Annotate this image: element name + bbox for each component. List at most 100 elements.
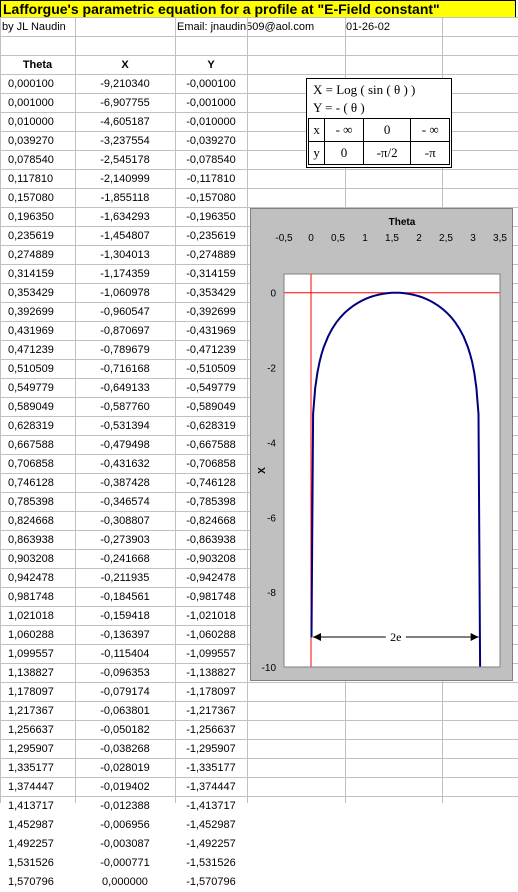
y-cell[interactable]: -1,452987 (175, 816, 247, 835)
theta-cell[interactable]: 1,099557 (0, 645, 75, 664)
theta-cell[interactable]: 0,353429 (0, 284, 75, 303)
y-cell[interactable]: -1,335177 (175, 759, 247, 778)
x-cell[interactable]: -0,079174 (75, 683, 175, 702)
x-cell[interactable]: -0,038268 (75, 740, 175, 759)
x-cell[interactable]: -2,545178 (75, 151, 175, 170)
x-cell[interactable]: -0,479498 (75, 436, 175, 455)
y-cell[interactable]: -0,010000 (175, 113, 247, 132)
y-cell[interactable]: -0,706858 (175, 455, 247, 474)
x-cell[interactable]: -0,159418 (75, 607, 175, 626)
x-cell[interactable]: -0,136397 (75, 626, 175, 645)
theta-cell[interactable]: 1,138827 (0, 664, 75, 683)
x-cell[interactable]: -0,870697 (75, 322, 175, 341)
theta-cell[interactable]: 0,706858 (0, 455, 75, 474)
theta-cell[interactable]: 1,570796 (0, 873, 75, 892)
x-cell[interactable]: -1,304013 (75, 246, 175, 265)
y-cell[interactable]: -1,413717 (175, 797, 247, 816)
x-cell[interactable]: -1,855118 (75, 189, 175, 208)
y-cell[interactable]: -0,431969 (175, 322, 247, 341)
y-cell[interactable]: -0,196350 (175, 208, 247, 227)
x-cell[interactable]: -6,907755 (75, 94, 175, 113)
x-cell[interactable]: -3,237554 (75, 132, 175, 151)
y-cell[interactable]: -1,570796 (175, 873, 247, 892)
x-cell[interactable]: -0,006956 (75, 816, 175, 835)
theta-cell[interactable]: 0,942478 (0, 569, 75, 588)
theta-cell[interactable]: 0,863938 (0, 531, 75, 550)
y-cell[interactable]: -0,314159 (175, 265, 247, 284)
y-cell[interactable]: -1,138827 (175, 664, 247, 683)
x-cell[interactable]: -0,587760 (75, 398, 175, 417)
y-cell[interactable]: -0,117810 (175, 170, 247, 189)
y-cell[interactable]: -1,374447 (175, 778, 247, 797)
author-cell[interactable]: by JL Naudin (2, 18, 66, 37)
x-cell[interactable]: -0,012388 (75, 797, 175, 816)
theta-cell[interactable]: 1,217367 (0, 702, 75, 721)
theta-cell[interactable]: 0,157080 (0, 189, 75, 208)
x-cell[interactable]: -1,060978 (75, 284, 175, 303)
theta-cell[interactable]: 1,295907 (0, 740, 75, 759)
theta-cell[interactable]: 0,196350 (0, 208, 75, 227)
x-cell[interactable]: -0,960547 (75, 303, 175, 322)
theta-cell[interactable]: 0,010000 (0, 113, 75, 132)
x-cell[interactable]: -0,184561 (75, 588, 175, 607)
theta-cell[interactable]: 1,452987 (0, 816, 75, 835)
y-cell[interactable]: -0,392699 (175, 303, 247, 322)
x-cell[interactable]: -0,431632 (75, 455, 175, 474)
y-cell[interactable]: -1,099557 (175, 645, 247, 664)
x-cell[interactable]: 0,000000 (75, 873, 175, 892)
y-cell[interactable]: -0,628319 (175, 417, 247, 436)
y-cell[interactable]: -0,942478 (175, 569, 247, 588)
y-cell[interactable]: -0,589049 (175, 398, 247, 417)
theta-cell[interactable]: 1,178097 (0, 683, 75, 702)
header-x[interactable]: X (75, 56, 175, 75)
theta-cell[interactable]: 0,785398 (0, 493, 75, 512)
x-cell[interactable]: -0,716168 (75, 360, 175, 379)
theta-cell[interactable]: 0,117810 (0, 170, 75, 189)
theta-cell[interactable]: 0,628319 (0, 417, 75, 436)
y-cell[interactable]: -1,021018 (175, 607, 247, 626)
x-cell[interactable]: -0,308807 (75, 512, 175, 531)
theta-cell[interactable]: 1,335177 (0, 759, 75, 778)
x-cell[interactable]: -0,050182 (75, 721, 175, 740)
theta-cell[interactable]: 0,431969 (0, 322, 75, 341)
x-cell[interactable]: -0,063801 (75, 702, 175, 721)
y-cell[interactable]: -0,510509 (175, 360, 247, 379)
y-cell[interactable]: -1,178097 (175, 683, 247, 702)
x-cell[interactable]: -0,273903 (75, 531, 175, 550)
x-cell[interactable]: -0,387428 (75, 474, 175, 493)
header-y[interactable]: Y (175, 56, 247, 75)
x-cell[interactable]: -4,605187 (75, 113, 175, 132)
theta-cell[interactable]: 0,746128 (0, 474, 75, 493)
theta-cell[interactable]: 0,549779 (0, 379, 75, 398)
theta-cell[interactable]: 0,314159 (0, 265, 75, 284)
y-cell[interactable]: -0,353429 (175, 284, 247, 303)
theta-cell[interactable]: 0,000100 (0, 75, 75, 94)
x-cell[interactable]: -1,454807 (75, 227, 175, 246)
x-cell[interactable]: -0,649133 (75, 379, 175, 398)
y-cell[interactable]: -0,667588 (175, 436, 247, 455)
theta-cell[interactable]: 1,021018 (0, 607, 75, 626)
x-cell[interactable]: -0,003087 (75, 835, 175, 854)
date-cell[interactable]: 01-26-02 (346, 18, 390, 37)
theta-cell[interactable]: 0,274889 (0, 246, 75, 265)
y-cell[interactable]: -1,217367 (175, 702, 247, 721)
header-theta[interactable]: Theta (0, 56, 75, 75)
y-cell[interactable]: -0,157080 (175, 189, 247, 208)
x-cell[interactable]: -0,531394 (75, 417, 175, 436)
theta-cell[interactable]: 0,001000 (0, 94, 75, 113)
theta-cell[interactable]: 1,413717 (0, 797, 75, 816)
x-cell[interactable]: -0,000771 (75, 854, 175, 873)
theta-cell[interactable]: 0,589049 (0, 398, 75, 417)
theta-cell[interactable]: 0,078540 (0, 151, 75, 170)
x-cell[interactable]: -0,019402 (75, 778, 175, 797)
y-cell[interactable]: -0,903208 (175, 550, 247, 569)
x-cell[interactable]: -0,096353 (75, 664, 175, 683)
x-cell[interactable]: -1,174359 (75, 265, 175, 284)
theta-cell[interactable]: 0,510509 (0, 360, 75, 379)
theta-cell[interactable]: 0,039270 (0, 132, 75, 151)
x-cell[interactable]: -0,115404 (75, 645, 175, 664)
x-cell[interactable]: -1,634293 (75, 208, 175, 227)
theta-cell[interactable]: 1,492257 (0, 835, 75, 854)
y-cell[interactable]: -0,549779 (175, 379, 247, 398)
theta-cell[interactable]: 0,981748 (0, 588, 75, 607)
